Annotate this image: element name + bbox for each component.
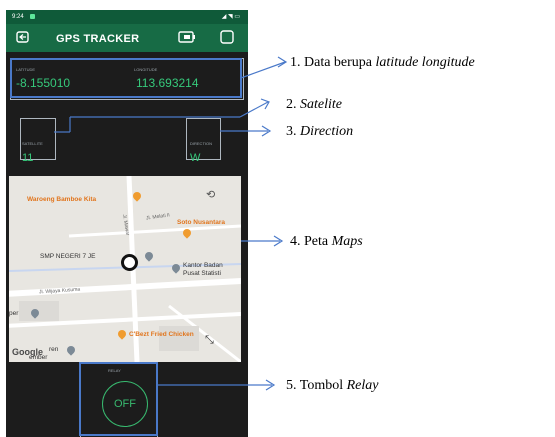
longitude-value: 113.693214 (136, 76, 199, 90)
map-view[interactable]: Waroeng Bamboe Kita ⟲ Soto Nusantara Jl.… (9, 176, 241, 362)
status-time: 9:24 (12, 14, 24, 20)
place-smp[interactable]: SMP NEGERI 7 JE (40, 253, 96, 260)
annotation-1-italic: latitude longitude (375, 55, 475, 70)
app-title: GPS TRACKER (56, 33, 140, 45)
device-location-icon (121, 254, 138, 271)
battery-icon[interactable] (178, 31, 196, 46)
annotation-3-italic: Direction (300, 124, 354, 139)
direction-value: W (190, 152, 201, 164)
annotation-4: 4. Peta Maps (290, 234, 363, 249)
annotation-3: 3. Direction (286, 124, 354, 139)
longitude-label: LONGITUDE (134, 67, 158, 72)
place-kantor-2[interactable]: Pusat Statisti (183, 270, 221, 277)
place-kantor[interactable]: Kantor Badan (183, 262, 223, 269)
square-icon[interactable] (220, 30, 234, 47)
expand-icon[interactable]: ⤡ (205, 334, 214, 347)
annotation-1: 1. Data berupa latitude longitude (290, 55, 475, 70)
annotation-4-italic: Maps (331, 234, 363, 249)
google-logo: Google (12, 347, 43, 357)
direction-label: DIRECTION (190, 141, 212, 146)
relay-off-button[interactable]: OFF (102, 381, 148, 427)
latitude-label: LATITUDE (16, 67, 36, 72)
exit-icon[interactable] (16, 30, 30, 47)
annotation-5: 5. Tombol Relay (286, 378, 379, 393)
place-waroeng[interactable]: Waroeng Bamboe Kita (27, 196, 96, 203)
place-resto[interactable]: ren (49, 346, 58, 353)
status-bar: 9:24 ◢ ◥ ▭ (6, 10, 248, 24)
notification-icon (30, 14, 35, 19)
annotation-5-italic: Relay (346, 378, 379, 393)
satellite-value: 11 (22, 152, 34, 164)
place-per[interactable]: per (9, 310, 18, 317)
signal-battery-icons: ◢ ◥ ▭ (221, 14, 240, 20)
place-cbezt[interactable]: C'Bezt Fried Chicken (129, 331, 194, 338)
relay-label: RELAY (108, 368, 121, 373)
recenter-icon[interactable]: ⟲ (206, 188, 215, 201)
satellite-label: SATELLITE (22, 141, 43, 146)
app-bar: GPS TRACKER (6, 24, 248, 52)
place-soto[interactable]: Soto Nusantara (177, 219, 225, 226)
latitude-value: -8.155010 (16, 76, 71, 90)
annotation-2: 2. Satelite (286, 97, 342, 112)
annotation-2-italic: Satelite (300, 97, 342, 112)
